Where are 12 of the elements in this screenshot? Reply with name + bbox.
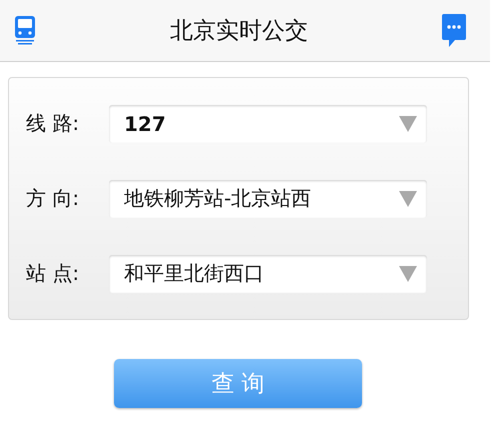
field-label: 站 点:	[26, 260, 80, 287]
page-title: 北京实时公交	[170, 17, 308, 46]
field-label: 方 向:	[26, 185, 80, 212]
dropdown-field[interactable]: 和平里北街西口	[109, 254, 427, 292]
dropdown-field[interactable]: 地铁柳芳站-北京站西	[109, 180, 427, 218]
dropdown-field[interactable]: 127	[109, 104, 427, 142]
field-label: 线 路:	[26, 110, 80, 137]
chat-icon[interactable]	[442, 14, 466, 47]
dropdown-arrow-icon	[399, 116, 417, 132]
dropdown-arrow-icon	[399, 266, 417, 282]
train-icon[interactable]	[14, 16, 36, 46]
dropdown-arrow-icon	[399, 190, 417, 206]
